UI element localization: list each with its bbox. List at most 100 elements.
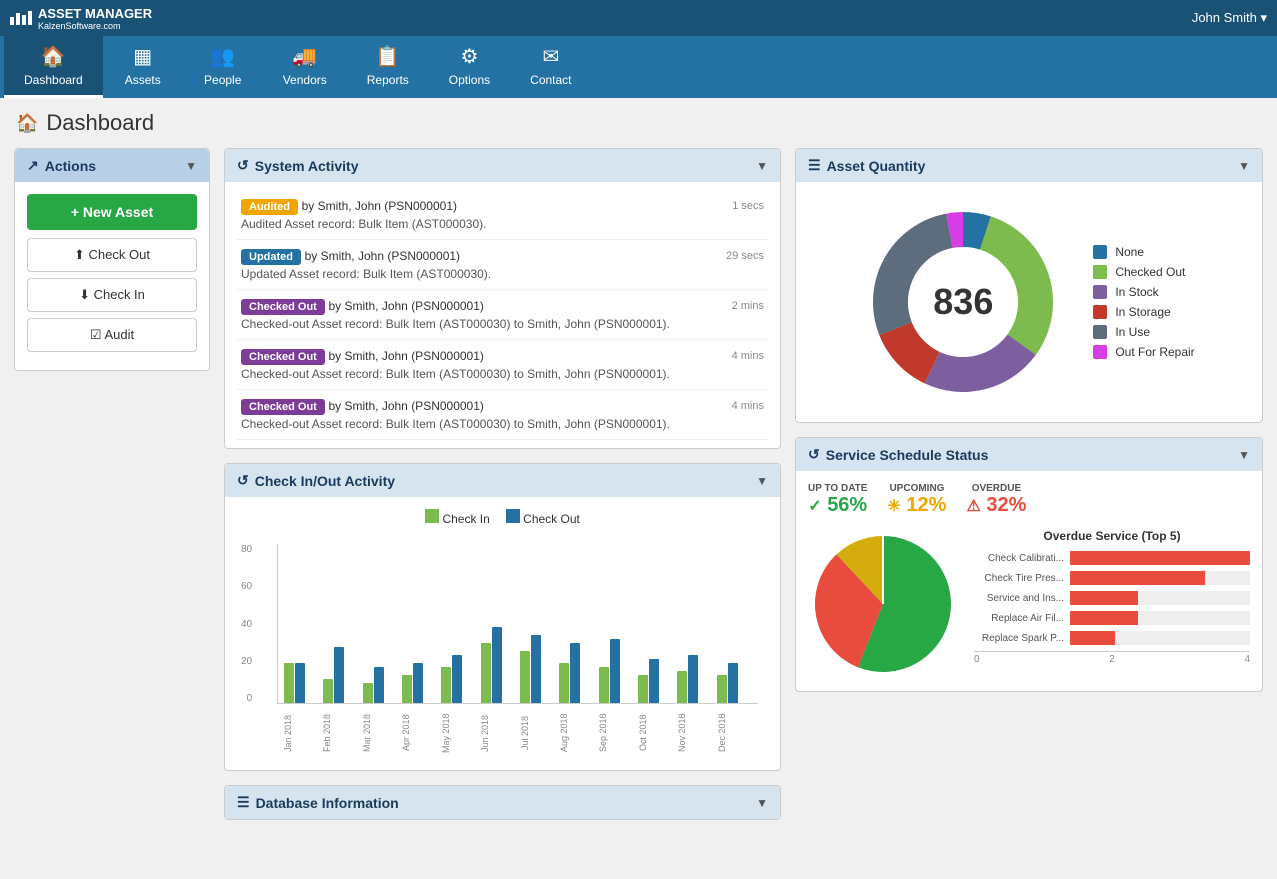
service-schedule-chevron-icon[interactable]: ▼ xyxy=(1238,448,1250,462)
bar-checkout xyxy=(688,655,698,703)
legend-color xyxy=(1093,305,1107,319)
nav-dashboard[interactable]: 🏠 Dashboard xyxy=(4,36,103,98)
overdue-x-label: 0 xyxy=(974,654,980,665)
y-axis-label: 20 xyxy=(241,656,252,667)
overdue-bar xyxy=(1070,591,1138,605)
nav-bar: 🏠 Dashboard ▦ Assets 👥 People 🚚 Vendors … xyxy=(0,36,1277,98)
nav-contact-label: Contact xyxy=(530,73,571,87)
database-info-chevron-icon[interactable]: ▼ xyxy=(756,796,768,810)
page-title: Dashboard xyxy=(46,110,154,136)
activity-item: Audited by Smith, John (PSN000001) 1 sec… xyxy=(237,190,768,240)
main-content: ↗ Actions ▼ + New Asset ⬆ Check Out ⬇ Ch… xyxy=(0,148,1277,834)
y-axis-label: 0 xyxy=(241,693,252,704)
overdue-row: Replace Air Fil... xyxy=(974,611,1250,625)
bar-group xyxy=(284,663,319,703)
options-icon: ⚙ xyxy=(461,44,479,69)
overdue-x-label: 2 xyxy=(1109,654,1115,665)
nav-people[interactable]: 👥 People xyxy=(183,36,263,98)
user-menu[interactable]: John Smith ▾ xyxy=(1192,10,1267,26)
bar-checkin xyxy=(323,679,333,703)
bar-checkout xyxy=(295,663,305,703)
nav-assets[interactable]: ▦ Assets xyxy=(103,36,183,98)
checkinout-header: ↺ Check In/Out Activity ▼ xyxy=(225,464,780,497)
database-info-header: ☰ Database Information ▼ xyxy=(225,786,780,819)
actions-chevron-icon[interactable]: ▼ xyxy=(185,159,197,173)
vendors-icon: 🚚 xyxy=(292,44,317,69)
check-out-button[interactable]: ⬆ Check Out xyxy=(27,238,197,272)
stat-uptodate-label: UP TO DATE xyxy=(808,483,867,494)
logo-bar-4 xyxy=(28,11,32,25)
bar-checkin xyxy=(638,675,648,703)
asset-quantity-card: ☰ Asset Quantity ▼ 836 NoneChecked OutIn… xyxy=(795,148,1263,423)
legend-item: In Use xyxy=(1093,325,1194,339)
overdue-item-label: Service and Ins... xyxy=(974,593,1064,604)
checkinout-chevron-icon[interactable]: ▼ xyxy=(756,474,768,488)
legend-checkin: Check In xyxy=(425,509,490,526)
system-activity-header-left: ↺ System Activity xyxy=(237,157,358,174)
overdue-bars-list: Check Calibrati... Check Tire Pres... Se… xyxy=(974,551,1250,645)
nav-contact[interactable]: ✉ Contact xyxy=(510,36,591,98)
legend-label: In Storage xyxy=(1115,305,1170,319)
nav-vendors[interactable]: 🚚 Vendors xyxy=(263,36,347,98)
bar-group xyxy=(677,655,712,703)
checkinout-header-left: ↺ Check In/Out Activity xyxy=(237,472,395,489)
center-panel: ↺ System Activity ▼ Audited by Smith, Jo… xyxy=(224,148,781,820)
asset-quantity-icon: ☰ xyxy=(808,157,821,174)
service-schedule-body: UP TO DATE ✓ 56% UPCOMING ✳ 12% xyxy=(796,471,1262,691)
legend-label: None xyxy=(1115,245,1144,259)
bar-checkin xyxy=(717,675,727,703)
bar-checkout xyxy=(610,639,620,703)
asset-quantity-title: Asset Quantity xyxy=(827,158,926,174)
x-axis-label: Feb 2018 xyxy=(322,708,357,758)
overdue-bar-wrap xyxy=(1070,631,1250,645)
nav-reports[interactable]: 📋 Reports xyxy=(347,36,429,98)
nav-dashboard-label: Dashboard xyxy=(24,73,83,87)
legend-item: In Stock xyxy=(1093,285,1194,299)
actions-body: + New Asset ⬆ Check Out ⬇ Check In ☑ Aud… xyxy=(15,182,209,370)
legend-color xyxy=(1093,285,1107,299)
system-activity-chevron-icon[interactable]: ▼ xyxy=(756,159,768,173)
overdue-bar-wrap xyxy=(1070,591,1250,605)
activity-item: Updated by Smith, John (PSN000001) 29 se… xyxy=(237,240,768,290)
bar-group xyxy=(481,627,516,703)
nav-people-label: People xyxy=(204,73,241,87)
asset-quantity-chevron-icon[interactable]: ▼ xyxy=(1238,159,1250,173)
overdue-bar xyxy=(1070,611,1138,625)
bar-group xyxy=(559,643,594,703)
stat-uptodate: UP TO DATE ✓ 56% xyxy=(808,483,867,517)
overdue-bars: Overdue Service (Top 5) Check Calibrati.… xyxy=(974,529,1250,679)
nav-vendors-label: Vendors xyxy=(283,73,327,87)
activity-item: Checked Out by Smith, John (PSN000001) 2… xyxy=(237,290,768,340)
system-activity-body: Audited by Smith, John (PSN000001) 1 sec… xyxy=(225,182,780,448)
y-axis: 806040200 xyxy=(241,544,252,704)
bar-group xyxy=(323,647,358,703)
y-axis-label: 60 xyxy=(241,581,252,592)
bar-group xyxy=(717,663,752,703)
stat-overdue-label: OVERDUE xyxy=(972,483,1021,494)
x-axis-label: Aug 2018 xyxy=(559,708,594,758)
actions-title: Actions xyxy=(45,158,96,174)
overdue-item-label: Replace Spark P... xyxy=(974,633,1064,644)
system-activity-title: System Activity xyxy=(255,158,359,174)
audit-button[interactable]: ☑ Audit xyxy=(27,318,197,352)
overdue-bar-wrap xyxy=(1070,611,1250,625)
legend-color xyxy=(1093,265,1107,279)
bar-checkin xyxy=(481,643,491,703)
service-schedule-card: ↺ Service Schedule Status ▼ UP TO DATE ✓… xyxy=(795,437,1263,692)
checkinout-body: Check In Check Out 806040200 xyxy=(225,497,780,770)
x-labels: Jan 2018Feb 2018Mar 2018Apr 2018May 2018… xyxy=(277,708,758,758)
logo: ASSET MANAGER KalzenSoftware.com xyxy=(10,6,152,31)
assets-icon: ▦ xyxy=(133,44,152,69)
activity-list: Audited by Smith, John (PSN000001) 1 sec… xyxy=(237,190,768,440)
legend-label: Out For Repair xyxy=(1115,345,1194,359)
logo-icon xyxy=(10,11,32,25)
bar-group xyxy=(402,663,437,703)
overdue-row: Replace Spark P... xyxy=(974,631,1250,645)
bar-checkout xyxy=(413,663,423,703)
bar-checkin xyxy=(677,671,687,703)
new-asset-button[interactable]: + New Asset xyxy=(27,194,197,230)
y-axis-label: 40 xyxy=(241,619,252,630)
check-in-button[interactable]: ⬇ Check In xyxy=(27,278,197,312)
stat-overdue: OVERDUE ⚠ 32% xyxy=(966,483,1026,517)
nav-options[interactable]: ⚙ Options xyxy=(429,36,510,98)
